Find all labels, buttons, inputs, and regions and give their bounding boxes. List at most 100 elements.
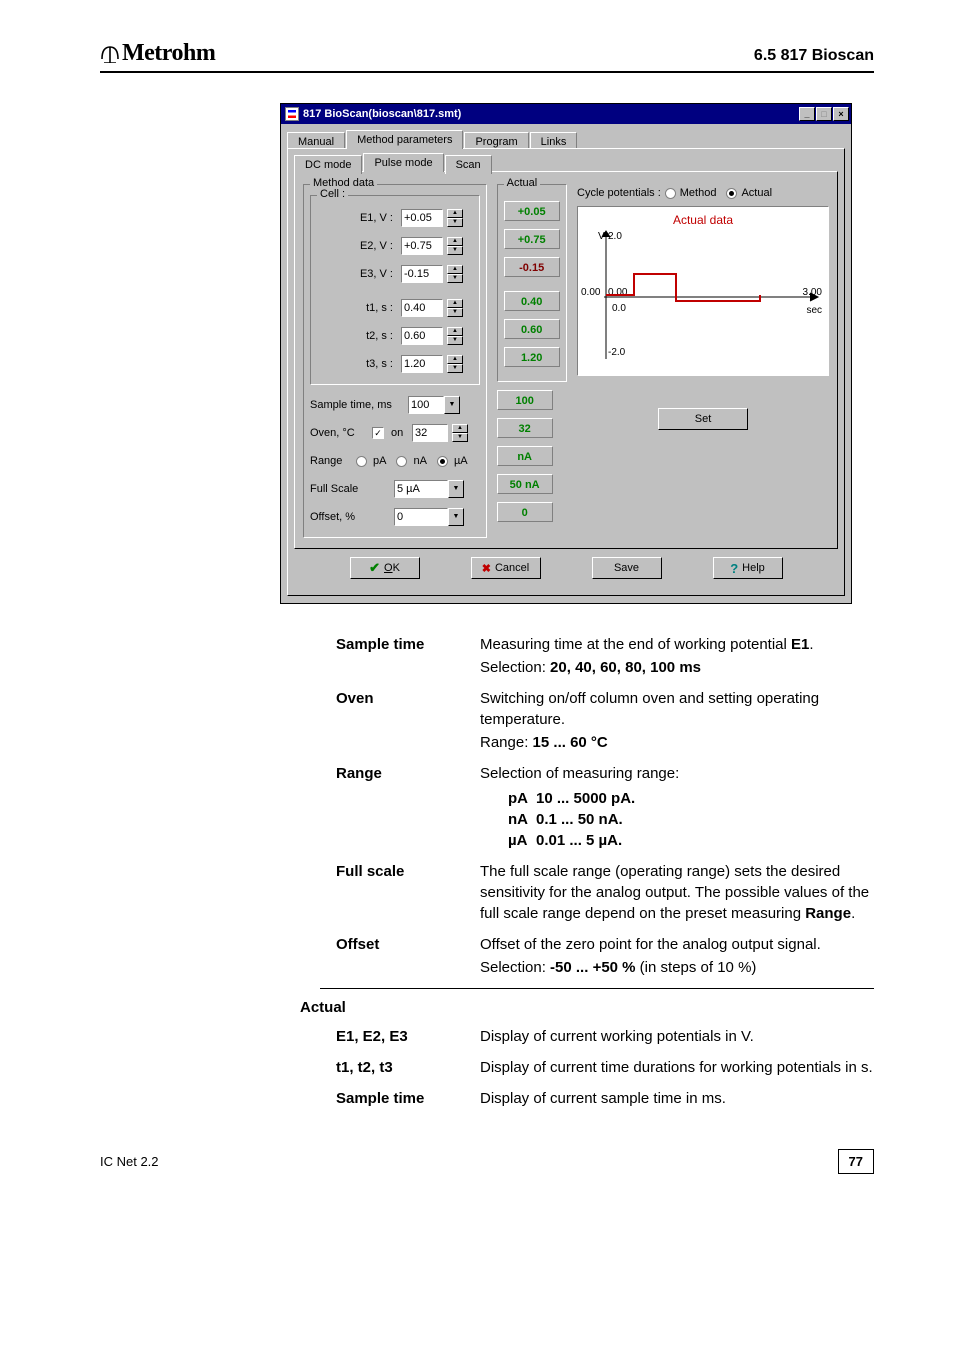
subtab-scan[interactable]: Scan (445, 155, 492, 174)
subtab-pulse-mode[interactable]: Pulse mode (363, 153, 443, 172)
sample-actual: 100 (497, 390, 553, 410)
range-actual: nA (497, 446, 553, 466)
titlebar: 817 BioScan(bioscan\817.smt) _ □ × (281, 104, 851, 124)
e3-label: E3, V : (317, 268, 397, 280)
e1-input[interactable] (401, 209, 443, 227)
fullscale-actual: 50 nA (497, 474, 553, 494)
method-data-group: Method data Cell : E1, V :▲▼ E2, V :▲▼ E… (303, 184, 487, 538)
oven-actual: 32 (497, 418, 553, 438)
docs-section: Sample timeMeasuring time at the end of … (320, 634, 874, 1109)
t2-spinner[interactable]: ▲▼ (447, 327, 463, 345)
t1-actual: 0.40 (504, 291, 560, 311)
dialog-buttons: ✔OK ✖Cancel Save ?Help (294, 549, 838, 587)
close-button[interactable]: × (833, 107, 849, 121)
offset-input[interactable] (394, 508, 448, 526)
sample-time-label: Sample time, ms (310, 399, 404, 411)
doc-term: Oven (320, 688, 480, 753)
oven-checkbox[interactable]: ✓ (372, 427, 384, 439)
doc-term: Sample time (320, 1088, 480, 1109)
doc-def: The full scale range (operating range) s… (480, 861, 874, 924)
e1-actual: +0.05 (504, 201, 560, 221)
doc-entry: RangeSelection of measuring range:pA10 .… (320, 763, 874, 851)
doc-entry: E1, E2, E3Display of current working pot… (320, 1026, 874, 1047)
doc-def: Display of current working potentials in… (480, 1026, 874, 1047)
sample-time-dropdown[interactable]: ▼ (444, 396, 460, 414)
range-pa-radio[interactable] (356, 456, 367, 467)
brand-logo: Metrohm (100, 40, 215, 67)
ok-button[interactable]: ✔OK (350, 557, 420, 579)
doc-term: Sample time (320, 634, 480, 678)
doc-def: Display of current time durations for wo… (480, 1057, 874, 1078)
doc-term: t1, t2, t3 (320, 1057, 480, 1078)
range-ua-label: µA (452, 455, 470, 467)
doc-def: Offset of the zero point for the analog … (480, 934, 874, 978)
dialog-window: 817 BioScan(bioscan\817.smt) _ □ × Manua… (280, 103, 852, 604)
help-button[interactable]: ?Help (713, 557, 783, 579)
e1-label: E1, V : (317, 212, 397, 224)
main-tabs: Manual Method parameters Program Links (281, 124, 851, 149)
actual-legend: Actual (504, 177, 541, 189)
doc-entry: Sample timeMeasuring time at the end of … (320, 634, 874, 678)
e3-input[interactable] (401, 265, 443, 283)
sample-time-input[interactable] (408, 396, 444, 414)
e2-input[interactable] (401, 237, 443, 255)
footer-left: IC Net 2.2 (100, 1154, 159, 1169)
minimize-button[interactable]: _ (799, 107, 815, 121)
e1-spinner[interactable]: ▲▼ (447, 209, 463, 227)
doc-entry: OvenSwitching on/off column oven and set… (320, 688, 874, 753)
oven-spinner[interactable]: ▲▼ (452, 424, 468, 442)
subtab-dc-mode[interactable]: DC mode (294, 155, 362, 174)
range-na-radio[interactable] (396, 456, 407, 467)
page-header: Metrohm 6.5 817 Bioscan (100, 40, 874, 73)
e2-actual: +0.75 (504, 229, 560, 249)
check-icon: ✔ (369, 560, 380, 576)
maximize-button[interactable]: □ (816, 107, 832, 121)
doc-term: Range (320, 763, 480, 851)
offset-dropdown[interactable]: ▼ (448, 508, 464, 526)
t2-actual: 0.60 (504, 319, 560, 339)
range-label: Range (310, 455, 352, 467)
doc-def: Selection of measuring range:pA10 ... 50… (480, 763, 874, 851)
cell-legend: Cell : (317, 188, 348, 200)
t1-label: t1, s : (317, 302, 397, 314)
e2-label: E2, V : (317, 240, 397, 252)
t3-input[interactable] (401, 355, 443, 373)
app-icon (285, 107, 299, 121)
t3-actual: 1.20 (504, 347, 560, 367)
cycle-label: Cycle potentials : (577, 187, 661, 199)
doc-entry: t1, t2, t3Display of current time durati… (320, 1057, 874, 1078)
cycle-method-label: Method (680, 187, 723, 199)
cancel-button[interactable]: ✖Cancel (471, 557, 541, 579)
e2-spinner[interactable]: ▲▼ (447, 237, 463, 255)
window-title: 817 BioScan(bioscan\817.smt) (303, 108, 799, 120)
range-pa-label: pA (371, 455, 392, 467)
actual-heading: Actual (300, 997, 874, 1018)
e3-spinner[interactable]: ▲▼ (447, 265, 463, 283)
chart-plot (578, 207, 830, 377)
cycle-actual-radio[interactable] (726, 188, 737, 199)
fullscale-input[interactable] (394, 480, 448, 498)
offset-actual: 0 (497, 502, 553, 522)
t1-spinner[interactable]: ▲▼ (447, 299, 463, 317)
t2-label: t2, s : (317, 330, 397, 342)
t1-input[interactable] (401, 299, 443, 317)
t3-spinner[interactable]: ▲▼ (447, 355, 463, 373)
t2-input[interactable] (401, 327, 443, 345)
set-button[interactable]: Set (658, 408, 748, 430)
tab-method-parameters[interactable]: Method parameters (346, 130, 463, 149)
offset-label: Offset, % (310, 511, 374, 523)
t3-label: t3, s : (317, 358, 397, 370)
cycle-method-radio[interactable] (665, 188, 676, 199)
doc-def: Switching on/off column oven and setting… (480, 688, 874, 753)
save-button[interactable]: Save (592, 557, 662, 579)
oven-input[interactable] (412, 424, 448, 442)
cell-group: Cell : E1, V :▲▼ E2, V :▲▼ E3, V :▲▼ t1,… (310, 195, 480, 385)
doc-entry: Sample timeDisplay of current sample tim… (320, 1088, 874, 1109)
range-ua-radio[interactable] (437, 456, 448, 467)
x-icon: ✖ (482, 562, 491, 575)
e3-actual: -0.15 (504, 257, 560, 277)
oven-on-label: on (388, 427, 408, 439)
doc-term: E1, E2, E3 (320, 1026, 480, 1047)
chart: Actual data V 2.0 -2.0 0.00 0.00 3.00 0.… (577, 206, 829, 376)
fullscale-dropdown[interactable]: ▼ (448, 480, 464, 498)
